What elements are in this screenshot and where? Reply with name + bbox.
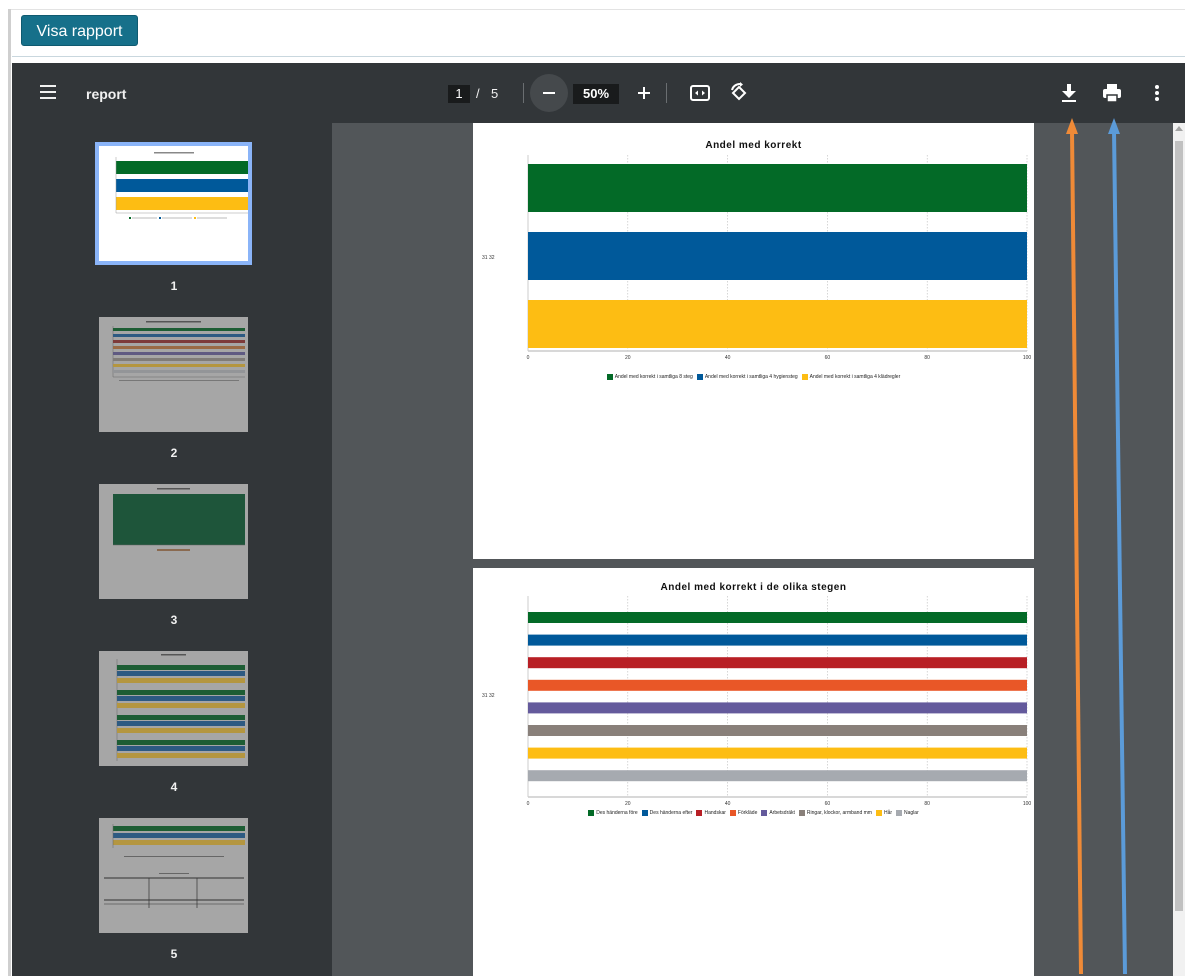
orange-arrow bbox=[1070, 129, 1083, 975]
blue-arrow bbox=[1112, 129, 1127, 975]
annotation-arrows bbox=[1066, 118, 1127, 975]
blue-arrowhead bbox=[1108, 118, 1120, 134]
orange-arrowhead bbox=[1066, 118, 1078, 134]
